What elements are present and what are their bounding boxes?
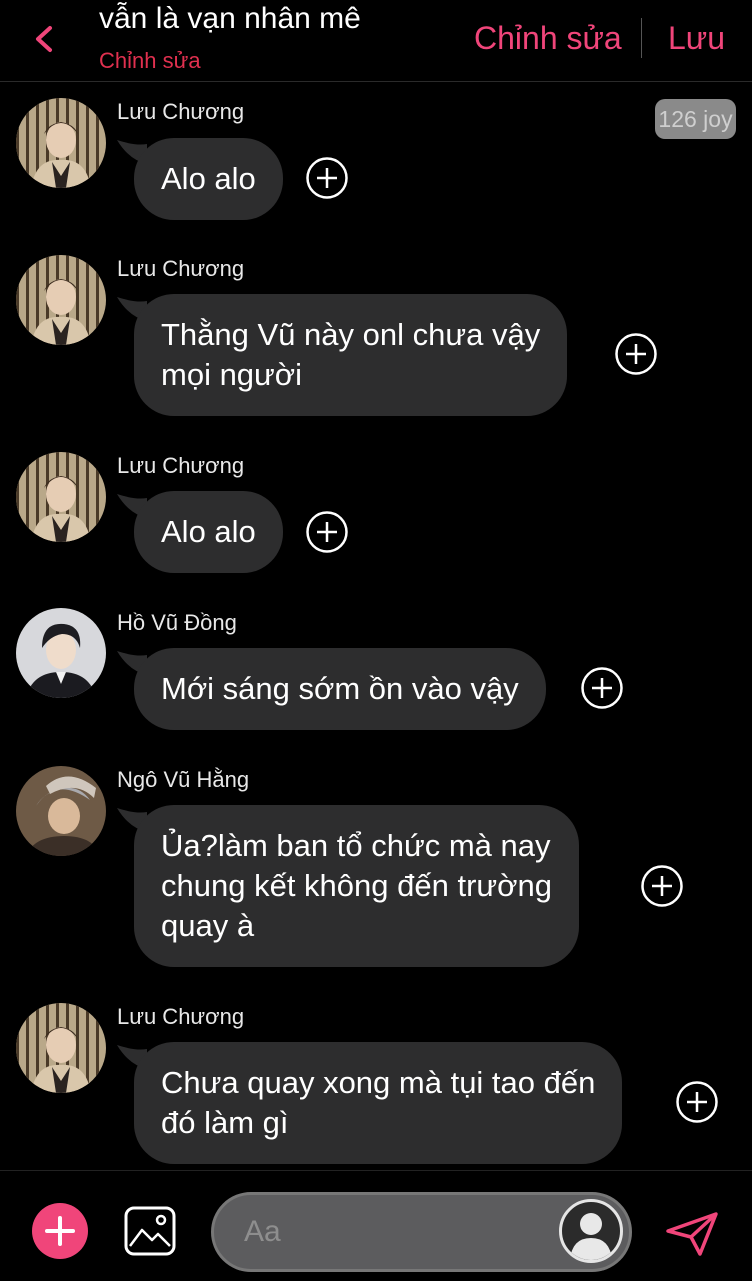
- edit-button[interactable]: Chỉnh sửa: [474, 20, 622, 57]
- message-line: Alo alo: [161, 514, 256, 549]
- message-line: chung kết không đến trường: [161, 868, 552, 903]
- message-line: Alo alo: [161, 161, 256, 196]
- plus-circle-icon[interactable]: [614, 332, 658, 376]
- message-line: Ủa?làm ban tổ chức mà nay: [161, 828, 551, 863]
- add-button[interactable]: [32, 1203, 88, 1259]
- image-icon[interactable]: [124, 1206, 176, 1256]
- chat-title: vẫn là vạn nhân mê: [99, 2, 361, 35]
- message-line: Chưa quay xong mà tụi tao đến: [161, 1065, 596, 1100]
- avatar[interactable]: [16, 255, 106, 345]
- user-avatar-icon[interactable]: [559, 1199, 623, 1263]
- avatar[interactable]: [16, 452, 106, 542]
- sender-name: Hồ Vũ Đồng: [117, 610, 237, 635]
- message-input-placeholder: Aa: [244, 1215, 281, 1248]
- message-line: mọi người: [161, 357, 303, 392]
- message-line: quay à: [161, 908, 255, 943]
- avatar[interactable]: [16, 608, 106, 698]
- message-bubble[interactable]: Alo alo: [134, 491, 283, 573]
- plus-circle-icon[interactable]: [675, 1080, 719, 1124]
- message-bubble[interactable]: Chưa quay xong mà tụi tao đến đó làm gì: [134, 1042, 623, 1164]
- plus-circle-icon[interactable]: [580, 666, 624, 710]
- plus-circle-icon[interactable]: [640, 864, 684, 908]
- composer-bar: Aa: [0, 1170, 752, 1281]
- message-bubble[interactable]: Thằng Vũ này onl chưa vậy mọi người: [134, 294, 568, 416]
- header-divider: [641, 18, 642, 58]
- save-button[interactable]: Lưu: [668, 20, 725, 57]
- avatar[interactable]: [16, 1003, 106, 1093]
- message-bubble[interactable]: Ủa?làm ban tổ chức mà nay chung kết khôn…: [134, 805, 579, 967]
- chat-subtitle[interactable]: Chỉnh sửa: [99, 48, 201, 74]
- plus-icon: [45, 1216, 75, 1246]
- sender-name: Lưu Chương: [117, 99, 245, 124]
- message-bubble[interactable]: Alo alo: [134, 138, 283, 220]
- sender-name: Lưu Chương: [117, 1004, 245, 1029]
- sender-name: Lưu Chương: [117, 256, 245, 281]
- chat-header: vẫn là vạn nhân mê Chỉnh sửa Chỉnh sửa L…: [0, 0, 752, 82]
- sender-name: Lưu Chương: [117, 453, 245, 478]
- sender-name: Ngô Vũ Hằng: [117, 767, 250, 792]
- message-bubble[interactable]: Mới sáng sớm ồn vào vậy: [134, 648, 546, 730]
- plus-circle-icon[interactable]: [305, 510, 349, 554]
- avatar[interactable]: [16, 766, 106, 856]
- send-icon[interactable]: [664, 1211, 720, 1257]
- message-line: Thằng Vũ này onl chưa vậy: [161, 317, 541, 352]
- message-line: Mới sáng sớm ồn vào vậy: [161, 671, 519, 706]
- message-line: đó làm gì: [161, 1105, 289, 1140]
- plus-circle-icon[interactable]: [305, 156, 349, 200]
- message-input[interactable]: Aa: [211, 1192, 632, 1272]
- joy-badge: 126 joy: [655, 99, 736, 139]
- chevron-left-icon[interactable]: [28, 22, 60, 56]
- avatar[interactable]: [16, 98, 106, 188]
